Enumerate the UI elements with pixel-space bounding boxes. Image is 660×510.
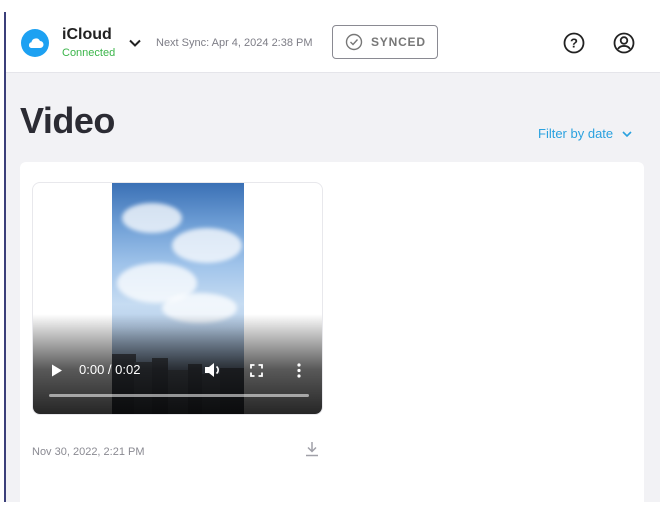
play-icon[interactable] <box>51 364 63 377</box>
fullscreen-icon[interactable] <box>250 364 263 377</box>
chevron-down-icon <box>622 130 632 137</box>
progress-bar[interactable] <box>49 394 309 397</box>
video-date: Nov 30, 2022, 2:21 PM <box>32 446 145 458</box>
app-frame: iCloud Connected Next Sync: Apr 4, 2024 … <box>4 12 660 502</box>
time-display: 0:00 / 0:02 <box>79 362 141 377</box>
svg-text:?: ? <box>570 36 578 51</box>
chevron-down-icon[interactable] <box>128 36 142 50</box>
check-circle-icon <box>345 33 363 51</box>
filter-by-date-dropdown[interactable]: Filter by date <box>538 126 633 141</box>
more-vertical-icon[interactable] <box>297 363 301 378</box>
download-icon[interactable] <box>304 440 320 458</box>
filter-label: Filter by date <box>538 126 614 141</box>
account-name[interactable]: iCloud <box>62 26 112 44</box>
cloud-shape <box>122 203 182 233</box>
synced-button-label: SYNCED <box>371 35 426 49</box>
next-sync-text: Next Sync: Apr 4, 2024 2:38 PM <box>156 37 313 49</box>
cloud-icon <box>21 29 49 57</box>
top-bar: iCloud Connected Next Sync: Apr 4, 2024 … <box>6 12 660 73</box>
controls-overlay <box>33 314 322 414</box>
user-icon[interactable] <box>613 32 635 54</box>
account-status: Connected <box>62 47 116 59</box>
volume-icon[interactable] <box>204 362 222 378</box>
video-gallery-panel: 0:00 / 0:02 Nov 30, 2022, 2:21 PM <box>20 162 644 502</box>
video-player[interactable]: 0:00 / 0:02 <box>32 182 323 415</box>
help-icon[interactable]: ? <box>563 32 585 54</box>
page-title: Video <box>20 100 115 141</box>
synced-button[interactable]: SYNCED <box>332 25 438 59</box>
cloud-shape <box>172 228 242 263</box>
